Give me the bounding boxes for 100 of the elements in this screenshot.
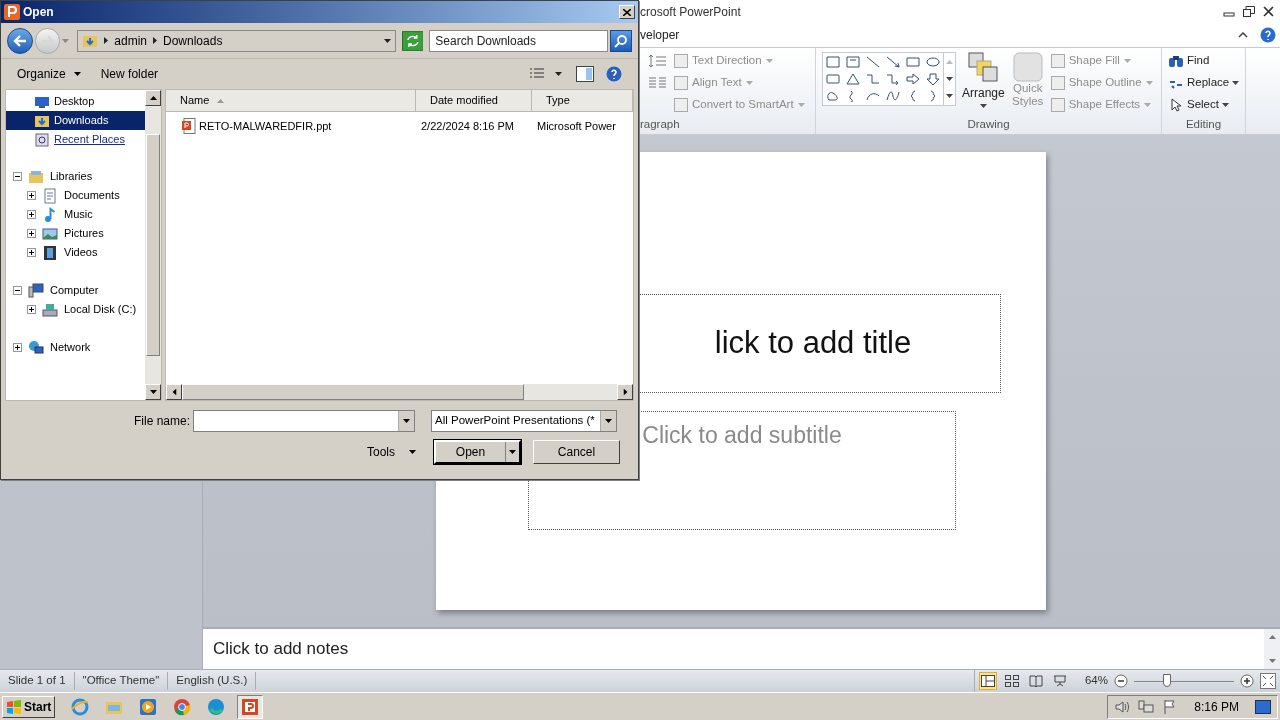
- help-icon[interactable]: [1260, 27, 1276, 43]
- column-header[interactable]: Type: [532, 90, 633, 111]
- fit-to-window-icon[interactable]: [1260, 673, 1276, 689]
- view-button[interactable]: [978, 672, 997, 690]
- file-row[interactable]: RETO-MALWAREDFIR.ppt 2/22/2024 8:16 PM Microsoft Power: [166, 116, 633, 136]
- close-button[interactable]: [619, 5, 635, 19]
- expander-toggle[interactable]: [27, 210, 36, 219]
- refresh-icon[interactable]: [401, 30, 424, 51]
- file-type-select[interactable]: All PowerPoint Presentations (*: [431, 410, 618, 432]
- vertical-scrollbar[interactable]: [1264, 629, 1280, 669]
- caret-icon: [797, 103, 805, 107]
- arrange-icon: [968, 52, 999, 82]
- shape-icon[interactable]: [886, 90, 900, 102]
- expander-toggle[interactable]: [13, 343, 22, 352]
- shape-icon[interactable]: [906, 73, 920, 85]
- back-button[interactable]: [7, 27, 33, 54]
- expander-toggle[interactable]: [13, 172, 22, 181]
- caret-icon: [1145, 81, 1153, 85]
- more-icon: [946, 94, 953, 99]
- nav-item[interactable]: Recent Places: [6, 130, 145, 149]
- network-icon[interactable]: [1138, 698, 1155, 715]
- tree-item[interactable]: Videos: [64, 244, 98, 261]
- file-name-field[interactable]: [193, 410, 416, 432]
- show-desktop-icon[interactable]: [1255, 699, 1271, 714]
- cancel-button[interactable]: Cancel: [533, 440, 620, 464]
- column-header[interactable]: Date modified: [416, 90, 532, 111]
- breadcrumb[interactable]: admin: [114, 31, 147, 50]
- folder-icon: [28, 168, 44, 185]
- expander-toggle[interactable]: [27, 248, 36, 257]
- zoom-level[interactable]: 64%: [1084, 672, 1108, 690]
- shape-icon[interactable]: [886, 56, 900, 68]
- caret-icon[interactable]: [104, 37, 109, 44]
- dialog-title: Open: [23, 4, 54, 21]
- shape-icon[interactable]: [926, 73, 940, 85]
- file-type: Microsoft Power: [536, 118, 616, 134]
- caret-icon: [409, 450, 416, 454]
- view-button[interactable]: [1026, 672, 1045, 690]
- presentation-app-icon: [240, 696, 261, 717]
- clock[interactable]: 8:16 PM: [1194, 697, 1239, 716]
- tree-item[interactable]: Pictures: [64, 225, 104, 242]
- tree-item[interactable]: Libraries: [50, 168, 93, 185]
- tree-item[interactable]: Computer: [50, 282, 99, 299]
- view-button[interactable]: [1002, 672, 1021, 690]
- tree-item[interactable]: Music: [64, 206, 93, 223]
- ribbon-command[interactable]: Find: [1168, 52, 1245, 70]
- expander-toggle[interactable]: [27, 229, 36, 238]
- shape-icon[interactable]: [926, 56, 940, 68]
- binoculars-icon: [1168, 54, 1184, 68]
- shape-icon[interactable]: [866, 56, 880, 68]
- presentation-file-icon: [182, 118, 196, 134]
- nav-item[interactable]: Desktop: [6, 92, 145, 111]
- back-arrow-icon: [12, 34, 27, 47]
- speaker-icon[interactable]: [1114, 698, 1131, 715]
- scroll-down-icon: [946, 77, 953, 81]
- tree-item[interactable]: Network: [50, 339, 91, 356]
- help-icon[interactable]: [606, 66, 622, 82]
- shape-icon[interactable]: [886, 73, 900, 85]
- search-field[interactable]: Search Downloads: [429, 29, 609, 52]
- shape-icon[interactable]: [846, 73, 860, 85]
- document-icon: [42, 187, 58, 204]
- arrange-button[interactable]: Arrange: [962, 52, 1005, 108]
- horizontal-scrollbar[interactable]: [166, 384, 633, 400]
- zoom-out-icon[interactable]: [1114, 674, 1128, 688]
- caret-icon[interactable]: [153, 37, 157, 44]
- tools-button[interactable]: Tools: [367, 443, 416, 461]
- open-button[interactable]: Open: [434, 440, 521, 464]
- shapes-gallery[interactable]: [822, 52, 956, 106]
- expander-toggle[interactable]: [27, 191, 36, 200]
- taskbar-app[interactable]: [237, 694, 264, 719]
- expander-toggle[interactable]: [13, 286, 22, 295]
- tree-item[interactable]: Local Disk (C:): [64, 301, 137, 318]
- ribbon-command[interactable]: Select: [1168, 96, 1245, 114]
- column-header[interactable]: Name: [166, 90, 416, 111]
- status-text: Slide 1 of 1: [0, 672, 75, 690]
- start-button[interactable]: Start: [2, 695, 56, 718]
- restore-icon[interactable]: [1243, 6, 1255, 17]
- book-icon: [1028, 675, 1043, 687]
- shape-icon[interactable]: [826, 90, 840, 102]
- close-icon[interactable]: [1263, 6, 1274, 17]
- vertical-scrollbar[interactable]: [145, 90, 161, 400]
- view-list-icon[interactable]: [529, 68, 545, 80]
- zoom-in-icon[interactable]: [1240, 674, 1254, 688]
- ribbon-command[interactable]: Replace: [1168, 74, 1245, 92]
- new-folder-button[interactable]: New folder: [100, 65, 159, 83]
- breadcrumb[interactable]: Downloads: [163, 31, 223, 50]
- address-bar[interactable]: admin Downloads: [77, 29, 396, 52]
- slider-thumb[interactable]: [1163, 674, 1171, 687]
- tree-item[interactable]: Documents: [64, 187, 120, 204]
- expander-toggle[interactable]: [27, 305, 36, 314]
- shape-icon[interactable]: [866, 90, 880, 102]
- organize-button[interactable]: Organize: [17, 65, 81, 83]
- zoom-slider[interactable]: [1134, 674, 1234, 688]
- search-button[interactable]: [610, 29, 632, 52]
- collapse-ribbon-icon[interactable]: [1238, 32, 1248, 38]
- ribbon-tab[interactable]: veloper: [640, 26, 680, 44]
- nav-item[interactable]: Downloads: [6, 111, 145, 130]
- windows-logo-icon: [6, 698, 22, 715]
- preview-pane-icon[interactable]: [576, 66, 594, 82]
- line-spacing-icon[interactable]: [648, 54, 668, 68]
- music-note-icon: [42, 206, 58, 223]
